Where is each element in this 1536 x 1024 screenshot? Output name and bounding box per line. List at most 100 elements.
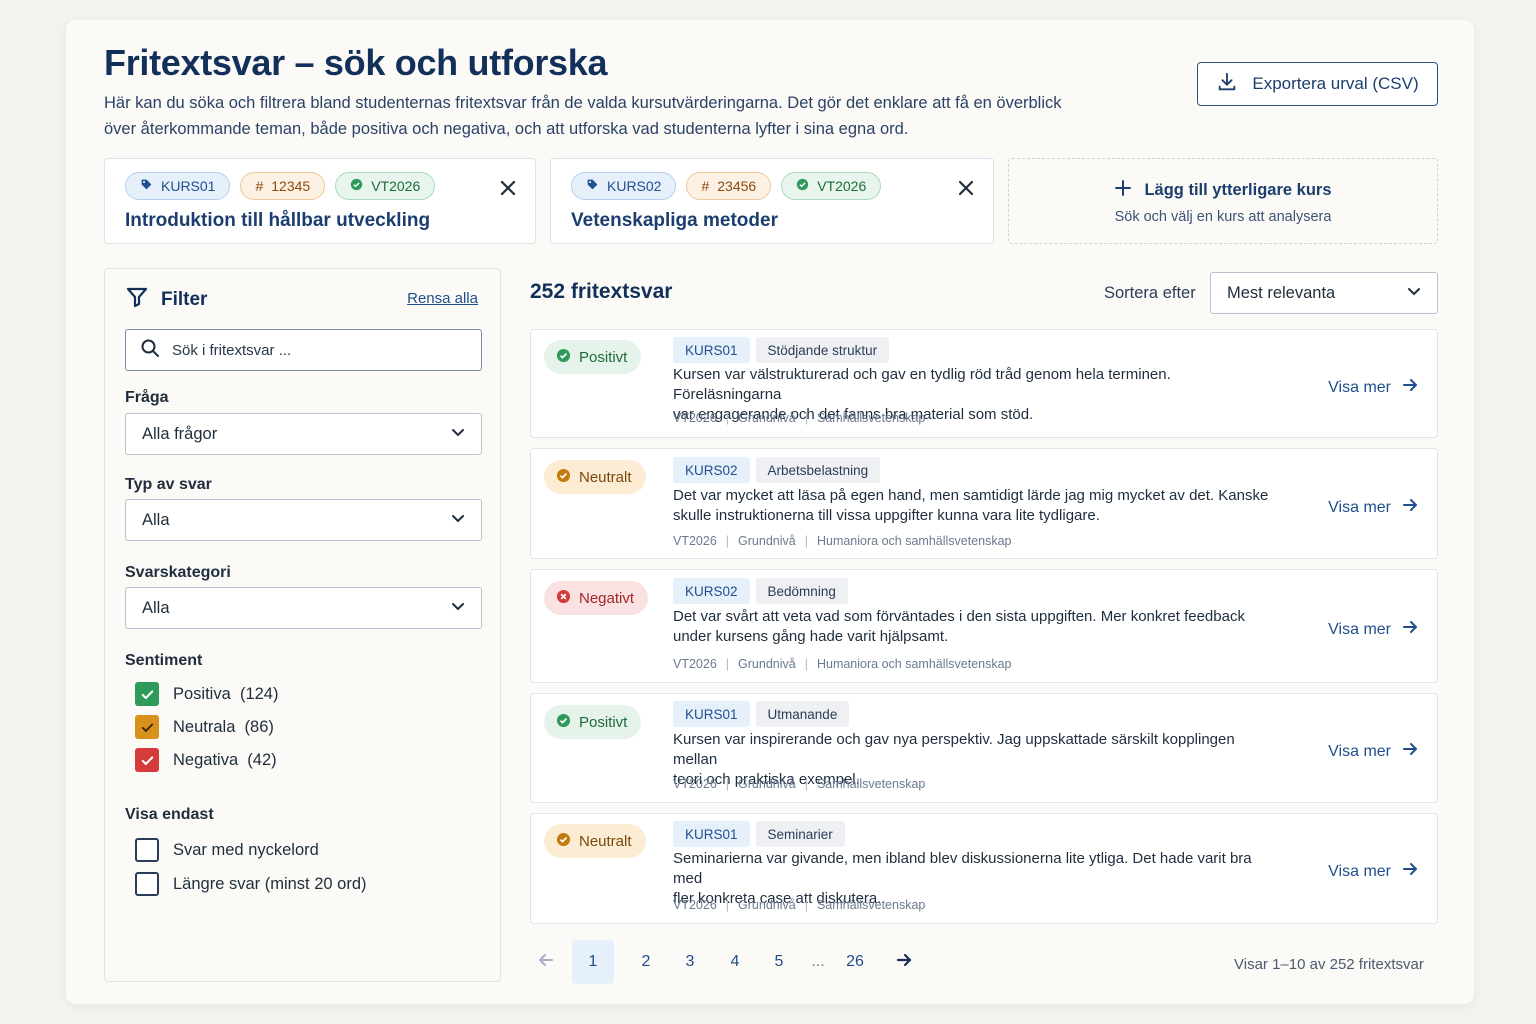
close-icon[interactable]: [499, 179, 517, 197]
course-code: KURS02: [607, 178, 662, 194]
close-icon[interactable]: [957, 179, 975, 197]
show-only-label: Visa endast: [125, 806, 214, 823]
results-count: 252 fritextsvar: [530, 280, 673, 303]
answer-meta: VT2026 | Grundnivå | Samhällsvetenskap: [673, 777, 926, 791]
check-circle-icon: [350, 178, 363, 194]
topic-tag: Stödjande struktur: [755, 337, 890, 363]
check-circle-icon: [796, 178, 809, 194]
course-term: VT2026: [817, 178, 867, 194]
view-more-link[interactable]: Visa mer: [1328, 376, 1419, 399]
category-select[interactable]: Alla: [125, 587, 482, 629]
question-select[interactable]: Alla frågor: [125, 413, 482, 455]
export-csv-label: Exportera urval (CSV): [1252, 74, 1419, 93]
page-ellipsis: ...: [811, 953, 825, 970]
course-name: Vetenskapliga metoder: [571, 210, 778, 231]
sentiment-badge: Neutralt: [544, 460, 646, 494]
page-container: Fritextsvar – sök och utforska Här kan d…: [66, 20, 1474, 1004]
sentiment-positive-checkbox[interactable]: Positiva (124): [135, 682, 278, 706]
sentiment-label: Negativt: [579, 589, 635, 607]
view-more-link[interactable]: Visa mer: [1328, 618, 1419, 641]
checkbox-checked-icon: [135, 715, 159, 739]
answer-type-value: Alla: [142, 510, 170, 529]
check-circle-icon: [556, 713, 571, 732]
page-4-button[interactable]: 4: [725, 940, 745, 984]
sentiment-label: Neutralt: [579, 832, 632, 850]
course-number: 23456: [717, 178, 757, 194]
page-5-button[interactable]: 5: [769, 940, 789, 984]
course-code-chip: KURS02: [571, 172, 677, 200]
next-page-button[interactable]: [894, 940, 914, 984]
filter-title: Filter: [161, 289, 208, 310]
clear-all-link[interactable]: Rensa alla: [407, 290, 478, 307]
view-more-link[interactable]: Visa mer: [1328, 496, 1419, 519]
result-card: Neutralt KURS02 Arbetsbelastning Det var…: [530, 448, 1438, 559]
add-course-subtitle: Sök och välj en kurs att analysera: [1114, 209, 1332, 225]
page-26-button[interactable]: 26: [840, 940, 870, 984]
topic-tag: Arbetsbelastning: [755, 457, 881, 483]
course-term: VT2026: [371, 178, 421, 194]
answer-meta: VT2026 | Grundnivå | Samhällsvetenskap: [673, 898, 926, 912]
sentiment-neutral-checkbox[interactable]: Neutrala (86): [135, 715, 274, 739]
topic-tag: Bedömning: [755, 578, 848, 604]
checkbox-checked-icon: [135, 748, 159, 772]
arrow-right-icon: [1401, 860, 1419, 883]
answer-meta: VT2026 | Grundnivå | Samhällsvetenskap: [673, 411, 926, 425]
course-code: KURS01: [161, 178, 216, 194]
course-code-chip: KURS01: [125, 172, 231, 200]
checkbox-unchecked-icon: [135, 838, 159, 862]
page-description: Här kan du söka och filtrera bland stude…: [104, 94, 1062, 138]
check-circle-icon: [556, 348, 571, 367]
answer-type-label: Typ av svar: [125, 476, 212, 493]
chevron-down-icon: [1407, 284, 1421, 303]
view-more-link[interactable]: Visa mer: [1328, 740, 1419, 763]
page-2-button[interactable]: 2: [636, 940, 656, 984]
course-tag: KURS01: [673, 821, 750, 847]
sentiment-negative-checkbox[interactable]: Negativa (42): [135, 748, 277, 772]
course-tag: KURS02: [673, 578, 750, 604]
x-circle-icon: [556, 589, 571, 608]
page-3-button[interactable]: 3: [680, 940, 700, 984]
tag-icon: [586, 178, 599, 194]
funnel-icon: [125, 285, 149, 315]
download-icon: [1216, 71, 1238, 98]
answer-text: Det var svårt att veta vad som förväntad…: [673, 608, 1245, 645]
sort-value: Mest relevanta: [1227, 283, 1336, 302]
sort-select[interactable]: Mest relevanta: [1210, 272, 1438, 314]
add-course-button[interactable]: Lägg till ytterligare kurs Sök och välj …: [1008, 158, 1438, 244]
result-card: Neutralt KURS01 Seminarier Seminarierna …: [530, 813, 1438, 924]
export-csv-button[interactable]: Exportera urval (CSV): [1197, 62, 1438, 106]
course-name: Introduktion till hållbar utveckling: [125, 210, 431, 231]
chevron-down-icon: [451, 511, 465, 530]
category-value: Alla: [142, 598, 170, 617]
check-circle-icon: [556, 468, 571, 487]
checkbox-unchecked-icon: [135, 872, 159, 896]
result-card: Negativt KURS02 Bedömning Det var svårt …: [530, 569, 1438, 683]
course-card: KURS02 # 23456 VT2026 Vetenskapliga meto…: [550, 158, 994, 244]
arrow-left-icon: [538, 952, 554, 973]
sort-label: Sortera efter: [1104, 284, 1196, 302]
page-1-button[interactable]: 1: [572, 940, 614, 984]
answer-meta: VT2026 | Grundnivå | Humaniora och samhällsv…: [673, 534, 1012, 548]
course-term-chip: VT2026: [781, 172, 882, 200]
add-course-title: Lägg till ytterligare kurs: [1144, 181, 1332, 199]
answer-meta: VT2026 | Grundnivå | Humaniora och samhällsv…: [673, 657, 1012, 671]
sentiment-negative-label: Negativa (42): [173, 750, 277, 769]
arrow-right-icon: [1401, 496, 1419, 519]
sentiment-badge: Neutralt: [544, 824, 646, 858]
search-icon: [140, 338, 160, 363]
keyword-answers-checkbox[interactable]: Svar med nyckelord: [135, 838, 319, 862]
course-card: KURS01 # 12345 VT2026 Introduktion till …: [104, 158, 536, 244]
course-tag: KURS01: [673, 701, 750, 727]
answer-type-select[interactable]: Alla: [125, 499, 482, 541]
keyword-answers-label: Svar med nyckelord: [173, 840, 319, 859]
sentiment-label: Positivt: [579, 348, 628, 366]
sentiment-badge: Negativt: [544, 581, 649, 615]
search-input[interactable]: [172, 341, 472, 359]
long-answers-checkbox[interactable]: Längre svar (minst 20 ord): [135, 872, 367, 896]
sentiment-label: Positivt: [579, 713, 628, 731]
view-more-link[interactable]: Visa mer: [1328, 860, 1419, 883]
prev-page-button[interactable]: [536, 940, 556, 984]
sentiment-badge: Positivt: [544, 340, 642, 374]
arrow-right-icon: [1401, 376, 1419, 399]
plus-icon: [1114, 179, 1132, 202]
